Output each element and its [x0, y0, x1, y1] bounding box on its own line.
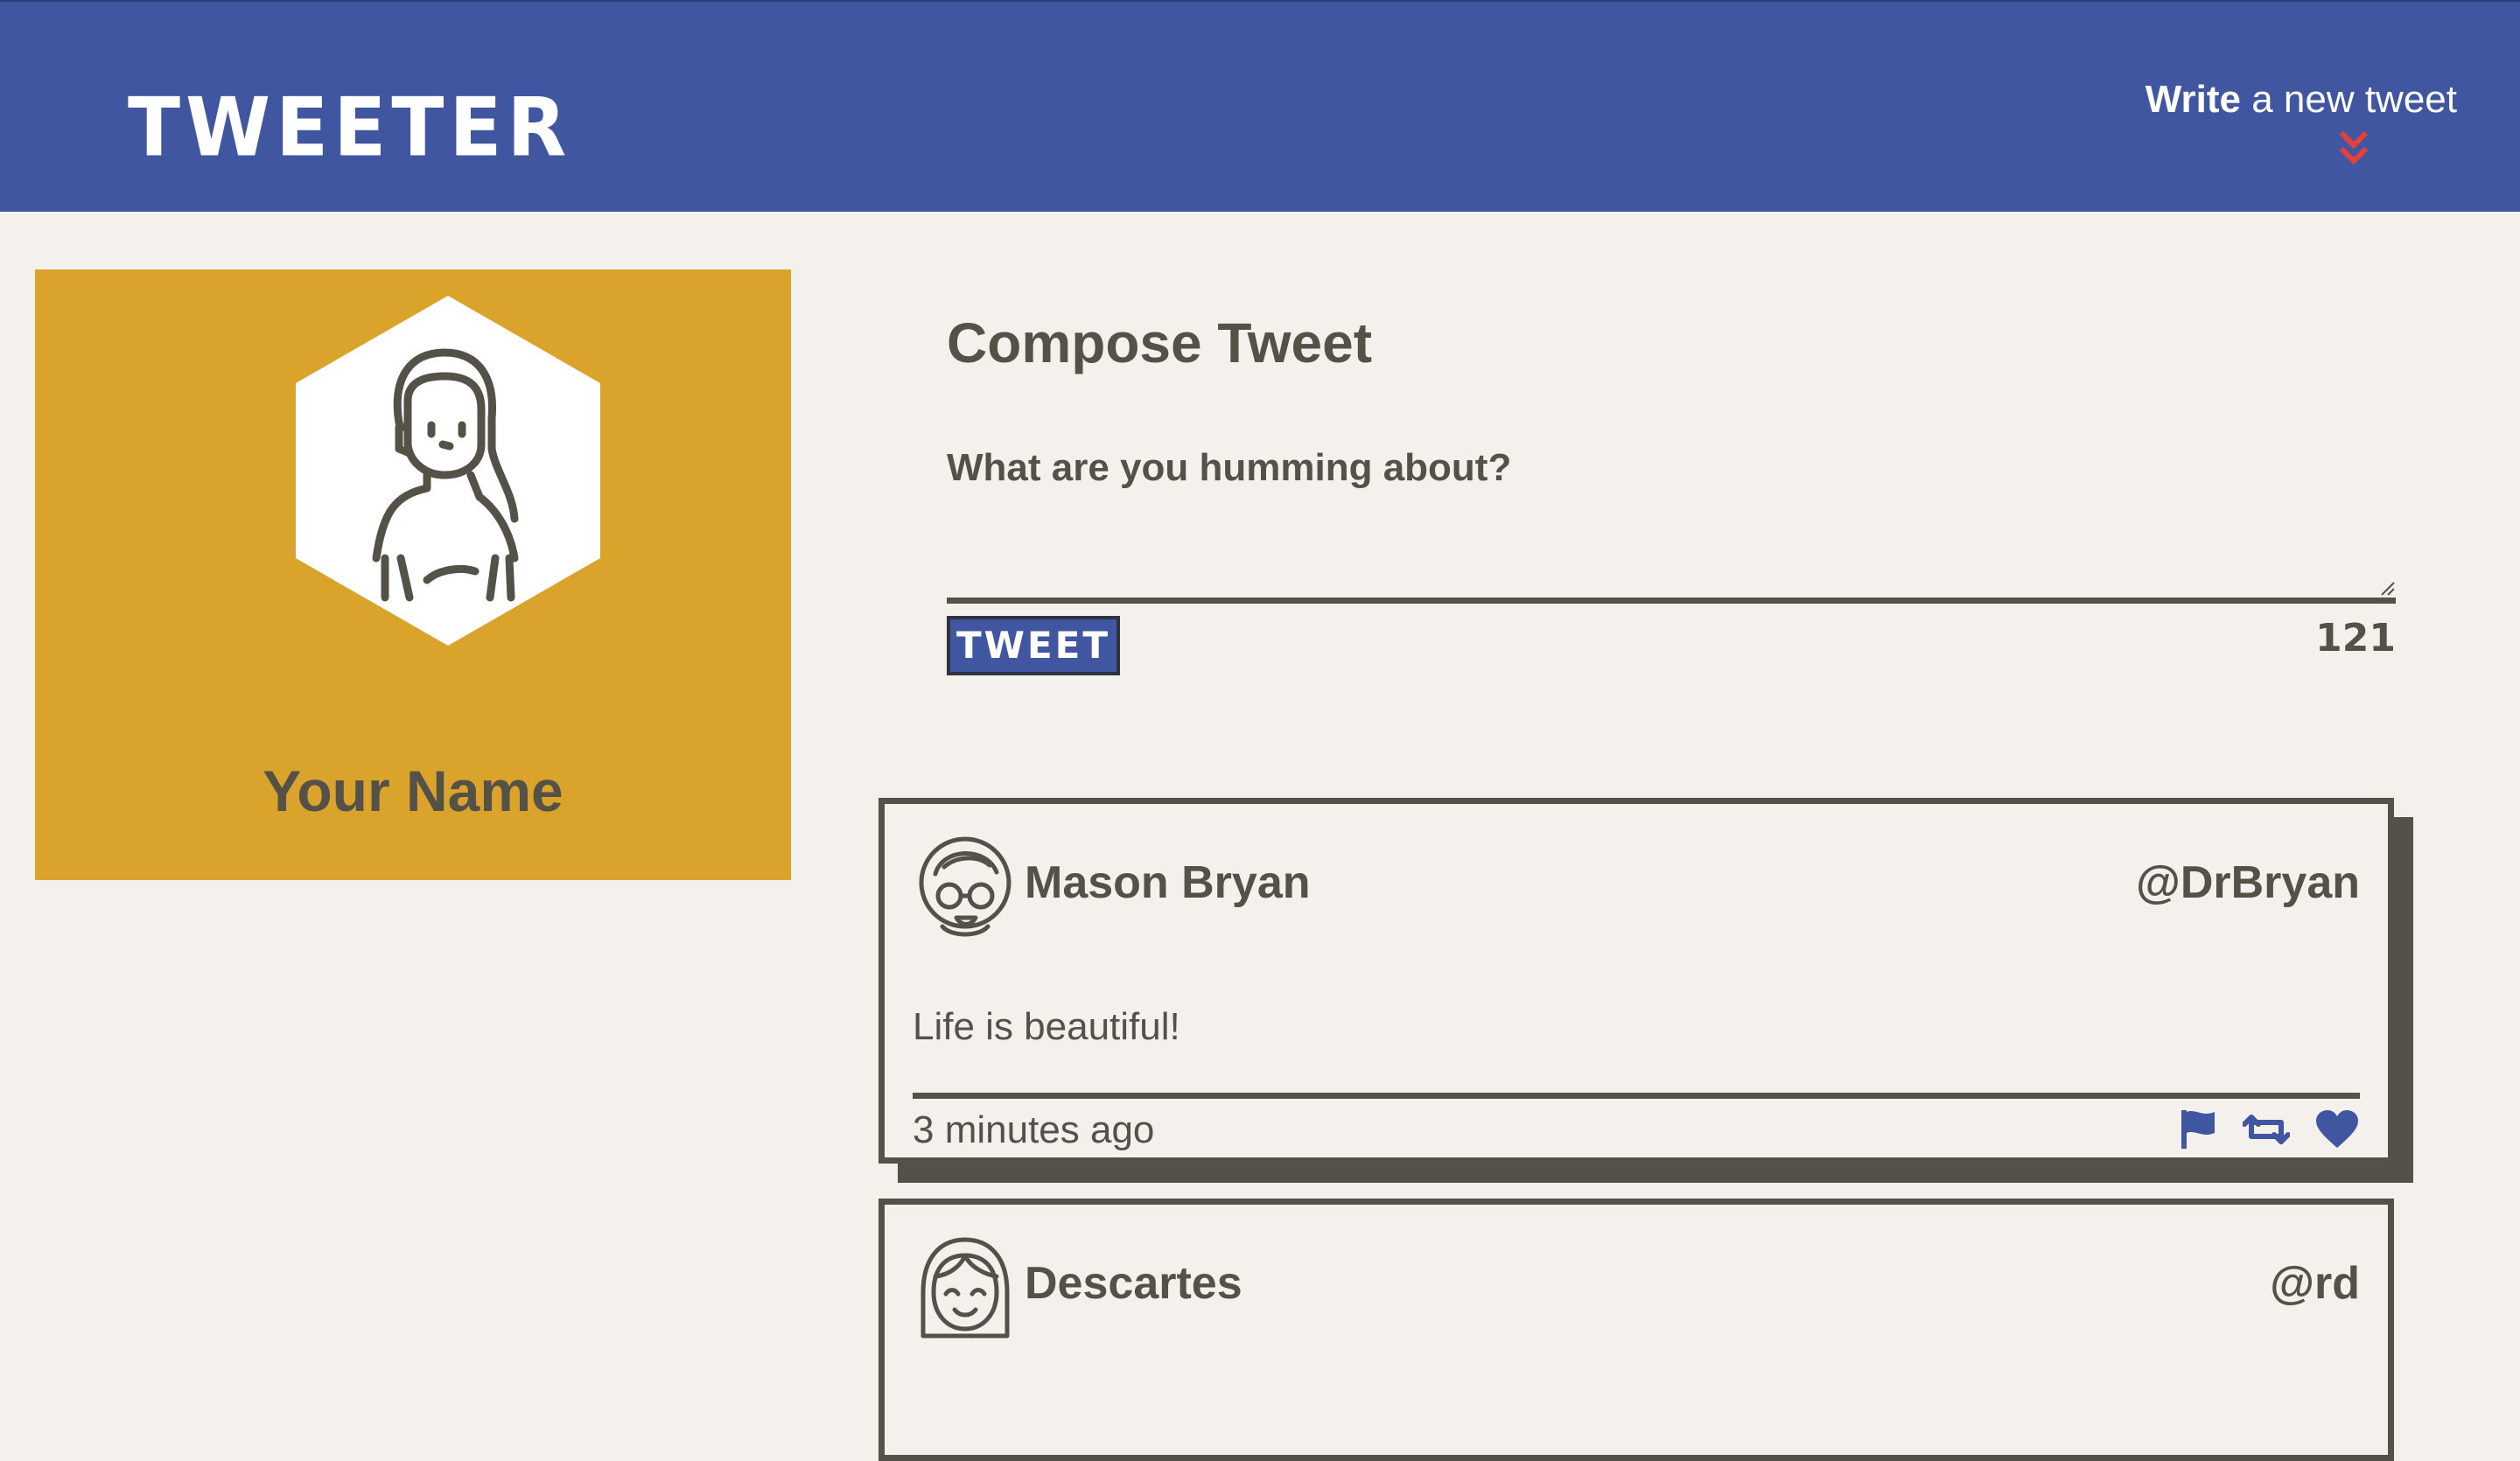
tweet-timestamp: 3 minutes ago — [913, 1108, 1155, 1151]
resize-handle-icon[interactable] — [2380, 581, 2396, 597]
compose-title: Compose Tweet — [947, 311, 1372, 374]
tweet-card: Descartes @rd — [878, 1199, 2394, 1461]
retweet-icon[interactable] — [2242, 1110, 2291, 1153]
character-counter: 121 — [2315, 616, 2396, 661]
profile-card: Your Name — [35, 269, 791, 880]
tweet-actions — [2178, 1108, 2360, 1155]
tweet-author-handle: @DrBryan — [2136, 857, 2360, 908]
tweet-divider — [913, 1093, 2360, 1099]
flag-icon[interactable] — [2178, 1108, 2218, 1155]
user-female-avatar-icon — [296, 296, 600, 646]
tweet-textarea[interactable] — [947, 525, 2396, 604]
compose-label: What are you humming about? — [947, 446, 1512, 489]
man-with-glasses-avatar-icon — [919, 836, 1012, 937]
smiling-person-avatar-icon — [920, 1237, 1010, 1339]
write-new-tweet-text: a new tweet — [2240, 78, 2457, 121]
tweet-author-name: Mason Bryan — [1025, 857, 1311, 908]
tweet-submit-button[interactable]: TWEET — [947, 616, 1120, 675]
heart-icon[interactable] — [2314, 1109, 2360, 1154]
profile-name: Your Name — [262, 758, 564, 823]
double-chevron-down-icon[interactable] — [2146, 129, 2457, 165]
tweet-author-handle: @rd — [2270, 1258, 2360, 1309]
tweet-card: Mason Bryan @DrBryan Life is beautiful! … — [878, 798, 2394, 1164]
write-new-tweet-strong: Write — [2145, 78, 2241, 121]
write-new-tweet-link[interactable]: Write a new tweet — [2145, 78, 2457, 165]
tweet-author-name: Descartes — [1025, 1258, 1242, 1309]
tweet-content: Life is beautiful! — [913, 1005, 1180, 1048]
compose-tweet-section: Compose Tweet What are you humming about… — [947, 311, 2396, 675]
top-nav: TWEETER Write a new tweet — [0, 0, 2520, 212]
brand-logo[interactable]: TWEETER — [128, 87, 571, 168]
